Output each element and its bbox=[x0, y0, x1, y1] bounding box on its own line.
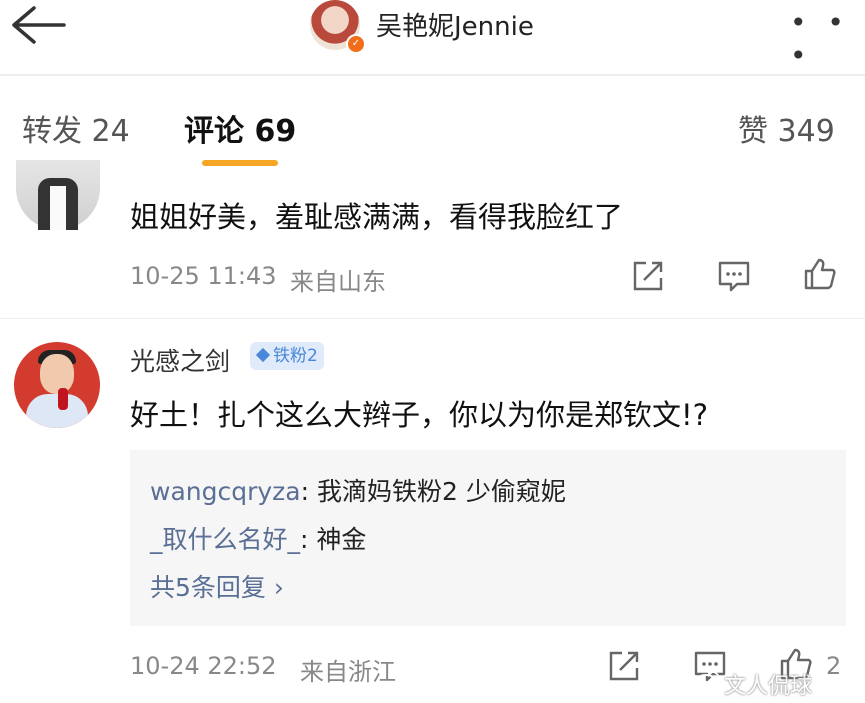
tab-comments[interactable]: 评论 69 bbox=[184, 106, 296, 150]
avatar[interactable] bbox=[14, 342, 100, 428]
reply-text: : 我滴妈铁粉2 少偷窥妮 bbox=[300, 477, 566, 506]
comment-icon[interactable] bbox=[716, 258, 752, 294]
active-tab-indicator bbox=[202, 160, 278, 166]
fan-badge: 铁粉2 bbox=[250, 342, 324, 370]
comment-time: 10-24 22:52 bbox=[130, 652, 277, 680]
weibo-logo-icon bbox=[694, 670, 720, 692]
like-count: 2 bbox=[826, 652, 842, 680]
like-icon[interactable] bbox=[802, 256, 838, 292]
watermark: 文人侃球 bbox=[724, 674, 813, 699]
comment-time: 10-25 11:43 bbox=[130, 262, 277, 290]
comment-divider bbox=[0, 318, 865, 319]
comment-text: 好土！扎个这么大辫子，你以为你是郑钦文!? bbox=[130, 398, 709, 432]
comment-source: 来自山东 bbox=[290, 268, 386, 296]
page-title: 吴艳妮Jennie bbox=[376, 12, 534, 42]
reply-username[interactable]: wangcqryza bbox=[150, 477, 301, 506]
share-icon[interactable] bbox=[606, 648, 642, 684]
view-more-replies-link[interactable]: 共5条回复 › bbox=[150, 568, 284, 604]
more-icon[interactable]: • • • bbox=[790, 6, 865, 72]
comment-source: 来自浙江 bbox=[300, 658, 396, 686]
reply-text: : 神金 bbox=[300, 525, 367, 554]
fan-badge-label: 铁粉2 bbox=[273, 346, 318, 366]
tab-likes[interactable]: 赞 349 bbox=[738, 106, 835, 150]
verified-icon: ✓ bbox=[346, 34, 366, 54]
avatar[interactable] bbox=[16, 160, 100, 230]
reply-username[interactable]: _取什么名好_ bbox=[150, 525, 300, 554]
back-arrow-icon[interactable] bbox=[8, 4, 68, 46]
reply-item[interactable]: wangcqryza: 我滴妈铁粉2 少偷窥妮 bbox=[150, 472, 566, 508]
tab-reposts[interactable]: 转发 24 bbox=[22, 106, 130, 150]
header-divider bbox=[0, 74, 865, 76]
comment-username[interactable]: 光感之剑 bbox=[130, 342, 230, 378]
reply-item[interactable]: _取什么名好_: 神金 bbox=[150, 520, 366, 556]
share-icon[interactable] bbox=[630, 258, 666, 294]
comment-text: 姐姐好美，羞耻感满满，看得我脸红了 bbox=[130, 200, 624, 234]
